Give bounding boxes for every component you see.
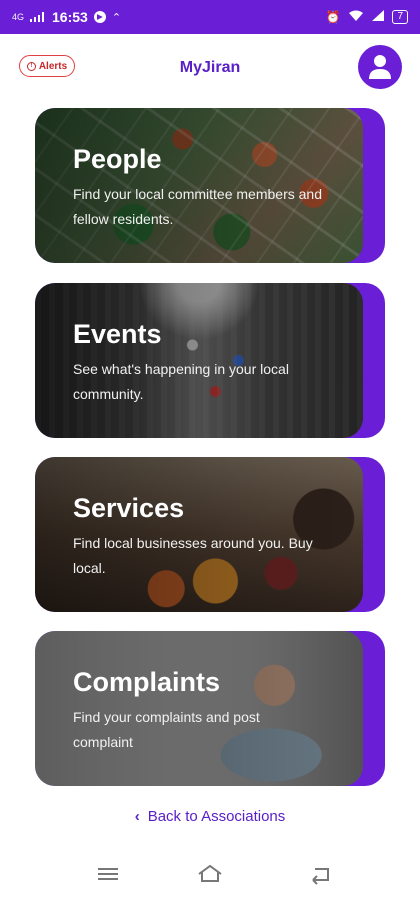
status-bar: 4G 16:53 ⌃ ⏰ 7: [0, 0, 420, 34]
system-nav-bar: [0, 850, 420, 900]
card-description: Find local businesses around you. Buy lo…: [73, 535, 313, 576]
status-time: 16:53: [52, 9, 88, 25]
app-header: ! Alerts MyJiran: [0, 34, 420, 104]
card-events[interactable]: Events See what's happening in your loca…: [35, 283, 385, 438]
network-indicator: 4G: [12, 11, 25, 22]
card-people[interactable]: People Find your local committee members…: [35, 108, 385, 263]
telegram-icon: [93, 11, 106, 23]
app-title: MyJiran: [179, 59, 241, 76]
signal-bars-icon: [372, 10, 385, 24]
card-description: See what's happening in your local commu…: [73, 361, 289, 402]
card-title: Events: [73, 319, 162, 349]
battery-indicator: 7: [392, 10, 408, 24]
notification-icon: ⌃: [111, 11, 122, 24]
card-complaints[interactable]: Complaints Find your complaints and post…: [35, 631, 385, 786]
wifi-icon: [348, 10, 364, 25]
back-icon[interactable]: [307, 862, 335, 886]
menu-icon[interactable]: [94, 862, 122, 886]
card-description: Find your local committee members and fe…: [73, 186, 322, 227]
user-icon: [369, 55, 391, 79]
back-link-label: Back to Associations: [147, 808, 286, 825]
back-to-associations-link[interactable]: ‹ Back to Associations: [0, 808, 420, 825]
card-title: Complaints: [73, 667, 221, 697]
card-title: People: [73, 144, 162, 174]
profile-avatar-button[interactable]: [358, 45, 402, 89]
card-services[interactable]: Services Find local businesses around yo…: [35, 457, 385, 612]
alarm-icon: ⏰: [325, 10, 341, 24]
signal-icon: [30, 10, 45, 25]
chevron-left-icon: ‹: [134, 808, 140, 825]
home-icon[interactable]: [196, 862, 224, 886]
card-description: Find your complaints and post complaint: [73, 709, 260, 750]
card-title: Services: [73, 493, 185, 523]
